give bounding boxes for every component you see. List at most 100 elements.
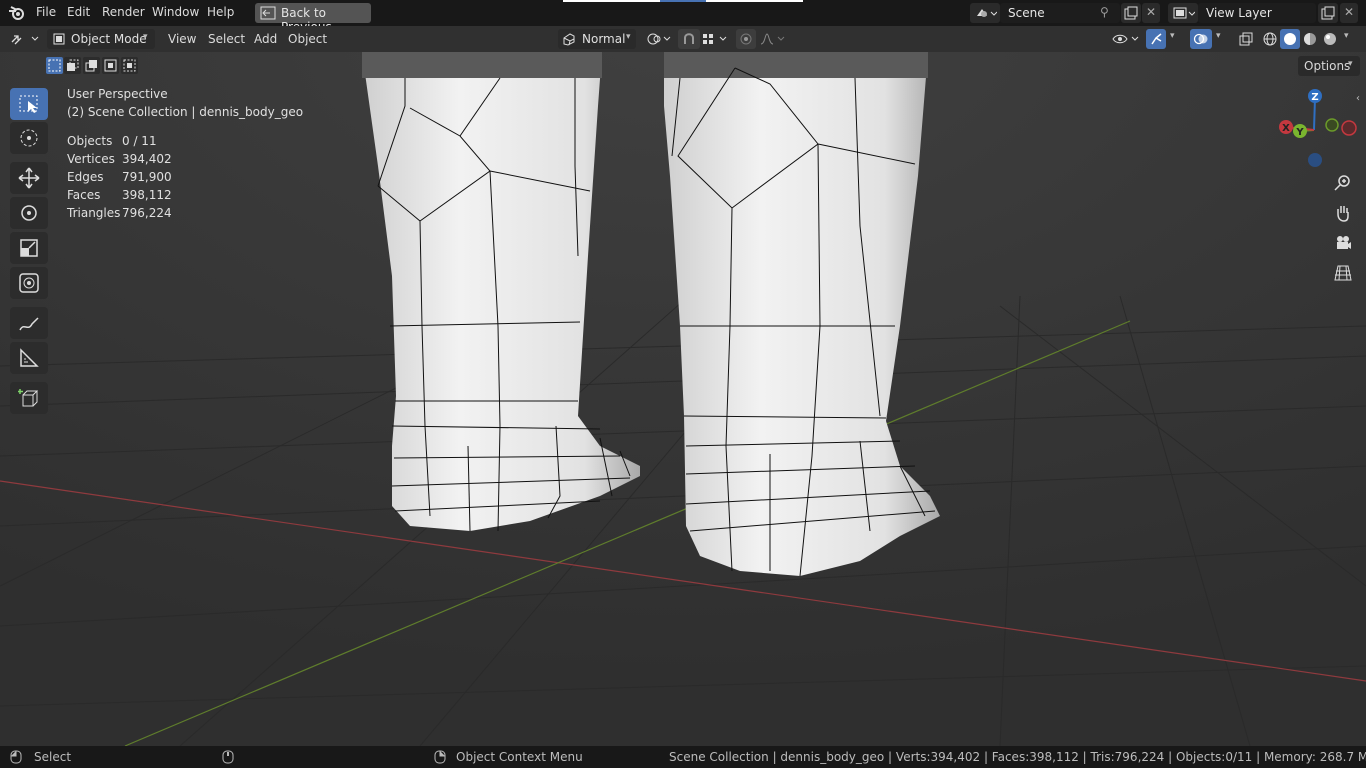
cursor-tool[interactable] bbox=[10, 122, 48, 154]
material-shading-button[interactable] bbox=[1300, 29, 1320, 49]
pin-icon[interactable]: ⚲ bbox=[1100, 5, 1109, 19]
status-context-menu-hint: Object Context Menu bbox=[456, 750, 583, 764]
new-scene-button[interactable] bbox=[1121, 3, 1141, 23]
zoom-button[interactable] bbox=[1329, 169, 1357, 197]
xray-toggle[interactable] bbox=[1236, 29, 1256, 49]
view-layer-browse-button[interactable] bbox=[1168, 3, 1198, 23]
menu-object[interactable]: Object bbox=[288, 32, 327, 46]
status-bar: Select Object Context Menu Scene Collect… bbox=[0, 746, 1366, 768]
delete-view-layer-button[interactable]: ✕ bbox=[1340, 3, 1358, 23]
chevron-down-icon: ▾ bbox=[1216, 31, 1221, 41]
gizmo-options-dropdown[interactable]: ▾ bbox=[1166, 29, 1184, 49]
new-view-layer-icon bbox=[1321, 6, 1335, 20]
select-mode-new-button[interactable] bbox=[46, 57, 63, 74]
stat-vertices-label: Vertices bbox=[67, 152, 115, 166]
transform-orientation-dropdown[interactable]: Normal ▾ bbox=[558, 29, 636, 49]
wireframe-shading-button[interactable] bbox=[1260, 29, 1280, 49]
snap-grid-icon bbox=[703, 34, 727, 44]
menu-add[interactable]: Add bbox=[254, 32, 277, 46]
view-layer-name-field[interactable]: View Layer bbox=[1198, 3, 1316, 23]
hand-pan-icon bbox=[1337, 206, 1349, 222]
solid-shading-button[interactable] bbox=[1280, 29, 1300, 49]
options-dropdown[interactable]: Options ▾ bbox=[1298, 56, 1360, 76]
menu-view[interactable]: View bbox=[168, 32, 196, 46]
scale-tool[interactable] bbox=[10, 232, 48, 264]
status-select-hint: Select bbox=[34, 750, 72, 764]
view-layer-icon bbox=[1173, 7, 1195, 19]
delete-scene-button[interactable]: ✕ bbox=[1142, 3, 1160, 23]
menu-render[interactable]: Render bbox=[102, 5, 145, 19]
gizmo-neg-x-axis[interactable] bbox=[1341, 120, 1357, 136]
rendered-shading-icon bbox=[1324, 33, 1336, 45]
move-tool[interactable] bbox=[10, 162, 48, 194]
select-mode-intersect-button[interactable] bbox=[121, 57, 138, 74]
stat-triangles-label: Triangles bbox=[67, 206, 121, 220]
rendered-shading-button[interactable] bbox=[1320, 29, 1340, 49]
menu-window[interactable]: Window bbox=[152, 5, 199, 19]
overlay-options-dropdown[interactable]: ▾ bbox=[1212, 29, 1230, 49]
select-box-tool[interactable] bbox=[10, 88, 48, 120]
object-mode-dropdown[interactable]: Object Mode ▾ bbox=[47, 29, 155, 49]
menu-file[interactable]: File bbox=[36, 5, 56, 19]
chevron-down-icon: ▾ bbox=[1344, 31, 1349, 41]
pan-button[interactable] bbox=[1329, 199, 1357, 227]
rotate-tool[interactable] bbox=[10, 197, 48, 229]
select-box-icon bbox=[19, 95, 38, 113]
editor-type-dropdown[interactable] bbox=[8, 29, 42, 49]
blender-logo-icon[interactable] bbox=[8, 5, 26, 21]
scene-icon bbox=[977, 9, 997, 17]
grid-perspective-icon bbox=[1334, 265, 1352, 281]
proportional-editing-toggle[interactable] bbox=[736, 29, 756, 49]
scene-name-field[interactable]: Scene ⚲ bbox=[1000, 3, 1120, 23]
shading-options-dropdown[interactable]: ▾ bbox=[1340, 29, 1358, 49]
select-mode-subtract-button[interactable] bbox=[83, 57, 100, 74]
stat-edges-value: 791,900 bbox=[122, 170, 172, 184]
visibility-dropdown[interactable] bbox=[1110, 29, 1142, 49]
back-icon bbox=[260, 6, 276, 20]
select-subtract-icon bbox=[85, 60, 97, 72]
select-new-icon bbox=[48, 59, 61, 72]
navigation-gizmo[interactable]: Z X Y bbox=[1270, 84, 1360, 174]
snap-icon bbox=[684, 33, 694, 44]
pivot-point-dropdown[interactable] bbox=[644, 29, 674, 49]
options-label: Options bbox=[1304, 59, 1351, 73]
add-cube-tool[interactable] bbox=[10, 382, 48, 414]
viewport-header: Object Mode ▾ View Select Add Object Nor… bbox=[0, 26, 1366, 52]
overlay-toggle[interactable] bbox=[1190, 29, 1212, 49]
scene-render bbox=[0, 26, 1366, 746]
select-mode-invert-button[interactable] bbox=[102, 57, 119, 74]
falloff-icon bbox=[760, 33, 785, 45]
menu-edit[interactable]: Edit bbox=[67, 5, 90, 19]
transform-tool[interactable] bbox=[10, 267, 48, 299]
right-leg-mesh bbox=[664, 52, 940, 577]
back-to-previous-button[interactable]: Back to Previous bbox=[255, 3, 371, 34]
stat-objects-value: 0 / 11 bbox=[122, 134, 157, 148]
snap-target-dropdown[interactable] bbox=[700, 29, 730, 49]
editor-type-icon bbox=[11, 35, 39, 45]
gizmo-neg-z-axis[interactable] bbox=[1308, 153, 1322, 167]
orientation-icon bbox=[563, 33, 575, 46]
gizmo-z-label: Z bbox=[1311, 92, 1318, 103]
sidebar-toggle-icon[interactable]: ‹ bbox=[1356, 93, 1360, 104]
new-view-layer-button[interactable] bbox=[1318, 3, 1338, 23]
camera-view-button[interactable] bbox=[1329, 229, 1357, 257]
xray-icon bbox=[1239, 32, 1253, 46]
stat-edges-label: Edges bbox=[67, 170, 104, 184]
select-invert-icon bbox=[104, 59, 117, 72]
3d-viewport[interactable]: User Perspective (2) Scene Collection | … bbox=[0, 26, 1366, 746]
measure-tool[interactable] bbox=[10, 342, 48, 374]
annotate-tool[interactable] bbox=[10, 307, 48, 339]
orientation-label: Normal bbox=[582, 32, 626, 46]
select-intersect-icon bbox=[123, 59, 136, 72]
snap-toggle[interactable] bbox=[678, 29, 700, 49]
menu-select[interactable]: Select bbox=[208, 32, 245, 46]
proportional-falloff-dropdown[interactable] bbox=[758, 29, 788, 49]
gizmo-neg-y-axis[interactable] bbox=[1325, 118, 1339, 132]
select-mode-extend-button[interactable] bbox=[64, 57, 81, 74]
gizmo-toggle[interactable] bbox=[1146, 29, 1166, 49]
chevron-down-icon: ▾ bbox=[1348, 59, 1353, 69]
scene-browse-button[interactable] bbox=[970, 3, 1000, 23]
close-icon: ✕ bbox=[1146, 5, 1157, 19]
toggle-perspective-button[interactable] bbox=[1329, 259, 1357, 287]
menu-help[interactable]: Help bbox=[207, 5, 234, 19]
